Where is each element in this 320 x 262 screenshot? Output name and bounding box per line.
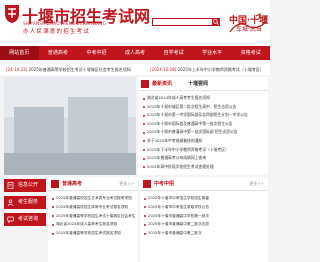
exam-consult-button[interactable]: 考试咨询 <box>4 213 46 226</box>
nav-item-gaokao[interactable]: 普通高考 <box>39 46 78 60</box>
info-disclosure-button[interactable]: 信息公开 <box>4 179 46 192</box>
search-icon <box>213 19 219 25</box>
news-item[interactable]: 2025年十堰市第一中学国际部及北四部招生计划一中学公告 <box>142 111 266 120</box>
list-item[interactable]: 2025年普通高校招生艺术类专业考试报考须知 <box>51 194 135 203</box>
zhongkao-title[interactable]: 中考中招 <box>154 179 174 189</box>
zhongkao-icon <box>143 180 151 188</box>
list-item[interactable]: 2025年十堰市中考招生录取学校公告 <box>143 203 265 212</box>
list-item[interactable]: 2025年普通高等学校招生考试十堰城区社会考生... <box>51 212 135 221</box>
news-ticker: [24-10-23] 2025年普通高等学校招生考试十堰城区社会考生报名须知 [… <box>0 64 270 75</box>
site-header: 十堰市招生考试网 SHIYANSHIZHAOSHENGKAOSHIWANG 办人… <box>0 0 270 46</box>
news-item[interactable]: 2025年普通高考公布成绩网上查询 <box>142 154 266 163</box>
ticker-item[interactable]: [24-10-23] 2025年普通高等学校招生考试十堰城区社会考生报名须知 <box>6 64 131 75</box>
zhongkao-panel: 中考中招 更多>> 2025年十堰市中考招生学校招生简章 2025年十堰市中考招… <box>140 177 268 262</box>
gaokao-more-link[interactable]: 更多>> <box>119 179 134 189</box>
zhongkao-more-link[interactable]: 更多>> <box>249 179 264 189</box>
nav-item-home[interactable]: 网站首页 <box>0 46 39 60</box>
gaokao-panel: 普通高考 更多>> 2025年普通高校招生艺术类专业考试报考须知 2025年普通… <box>48 177 138 262</box>
gaokao-list: 2025年普通高校招生艺术类专业考试报考须知 2025年普通高校招生体育专业考试… <box>51 194 135 238</box>
site-pinyin: SHIYANSHIZHAOSHENGKAOSHIWANG <box>23 21 107 26</box>
news-item[interactable]: 2025年十堰市国际部及普通高中第一批次招生公告 <box>142 120 266 129</box>
zhongkao-panel-header: 中考中招 更多>> <box>140 177 268 191</box>
news-item[interactable]: 关于2025年中考成绩复核的通知 <box>142 137 266 146</box>
tab-shiyan-news[interactable]: 十堰要闻 <box>188 79 208 89</box>
ticker-date: [24-10-23] <box>6 67 28 72</box>
nav-item-proficiency[interactable]: 学业水平 <box>193 46 232 60</box>
slider-image <box>4 77 136 175</box>
tab-latest-news[interactable]: 最新资讯 <box>152 79 172 89</box>
list-item[interactable]: 2025年十堰市普通高中第二批次 <box>143 229 265 238</box>
news-item[interactable]: 2025年高中阶段学校招生考试违规处理 <box>142 163 266 172</box>
list-item[interactable]: 2025年十堰市中考招生学校招生简章 <box>143 194 265 203</box>
nav-item-adult-exam[interactable]: 成人高考 <box>116 46 155 60</box>
ticker-date: [2024-12-28] <box>150 67 177 72</box>
list-item[interactable]: 2025年普通高等学校招生考试报名须知 <box>51 229 135 238</box>
document-icon <box>7 182 14 189</box>
nav-item-self-study[interactable]: 自学考试 <box>154 46 193 60</box>
list-item[interactable]: 2025年普通高校招生体育专业考试报名须知 <box>51 203 135 212</box>
list-item[interactable]: 2025年十堰市普通高中学校第一批次 <box>143 212 265 221</box>
image-slider[interactable] <box>4 77 136 175</box>
gaokao-title[interactable]: 普通高考 <box>62 179 82 189</box>
nav-item-qualification[interactable]: 资格考试 <box>231 46 270 60</box>
news-list: 湖北省2024年成人高考考生报名须知 2025年十堰市城区第二批次招生高中、招生… <box>142 94 266 171</box>
news-item[interactable]: 湖北省2024年成人高考考生报名须知 <box>142 94 266 103</box>
news-item[interactable]: 2025年下半年中小学教师资格考试（十堰考区） <box>142 146 266 155</box>
button-label: 信息公开 <box>18 182 39 188</box>
news-tabs: 最新资讯 十堰要闻 <box>138 77 268 91</box>
quick-links: 信息公开 考生服务 考试咨询 <box>4 177 46 262</box>
user-icon <box>7 199 14 206</box>
button-label: 考试咨询 <box>18 216 39 222</box>
list-item[interactable]: 2025年十堰市普通高中第二批次志愿 <box>143 220 265 229</box>
chat-icon <box>7 216 14 223</box>
news-item[interactable]: 2025年十堰市城区第二批次招生高中、招生志愿公告 <box>142 103 266 112</box>
zhongkao-list: 2025年十堰市中考招生学校招生简章 2025年十堰市中考招生录取学校公告 20… <box>143 194 265 238</box>
ticker-item[interactable]: [2024-12-28] 2025年上半年中小学教师资格考试（十堰考区） <box>150 64 264 75</box>
gaokao-icon <box>51 180 59 188</box>
nav-item-zhongkao[interactable]: 中考中招 <box>77 46 116 60</box>
ticker-text: 2025年上半年中小学教师资格考试（十堰考区） <box>177 67 264 72</box>
ticker-text: 2025年普通高等学校招生考试十堰城区社会考生报名须知 <box>28 67 131 72</box>
gaokao-panel-header: 普通高考 更多>> <box>48 177 138 191</box>
news-item[interactable]: 2025年十堰市普通高中第一批次国际部 招生志愿公告 <box>142 128 266 137</box>
news-panel: 最新资讯 十堰要闻 湖北省2024年成人高考考生报名须知 2025年十堰市城区第… <box>138 77 268 175</box>
search-button[interactable] <box>212 18 220 26</box>
search-input[interactable] <box>152 18 214 26</box>
main-navbar: 网站首页 普通高考 中考中招 成人高考 自学考试 学业水平 资格考试 <box>0 46 270 60</box>
candidate-service-button[interactable]: 考生服务 <box>4 196 46 209</box>
news-icon <box>141 80 149 88</box>
brand-text-secondary: 车城·武当 <box>236 26 262 33</box>
button-label: 考生服务 <box>18 199 39 205</box>
site-slogan: 办人民满意的招生考试 <box>23 29 91 35</box>
site-logo-icon[interactable] <box>3 2 21 24</box>
list-item[interactable]: 湖北省2024年成人高考考生报名须知 <box>51 220 135 229</box>
